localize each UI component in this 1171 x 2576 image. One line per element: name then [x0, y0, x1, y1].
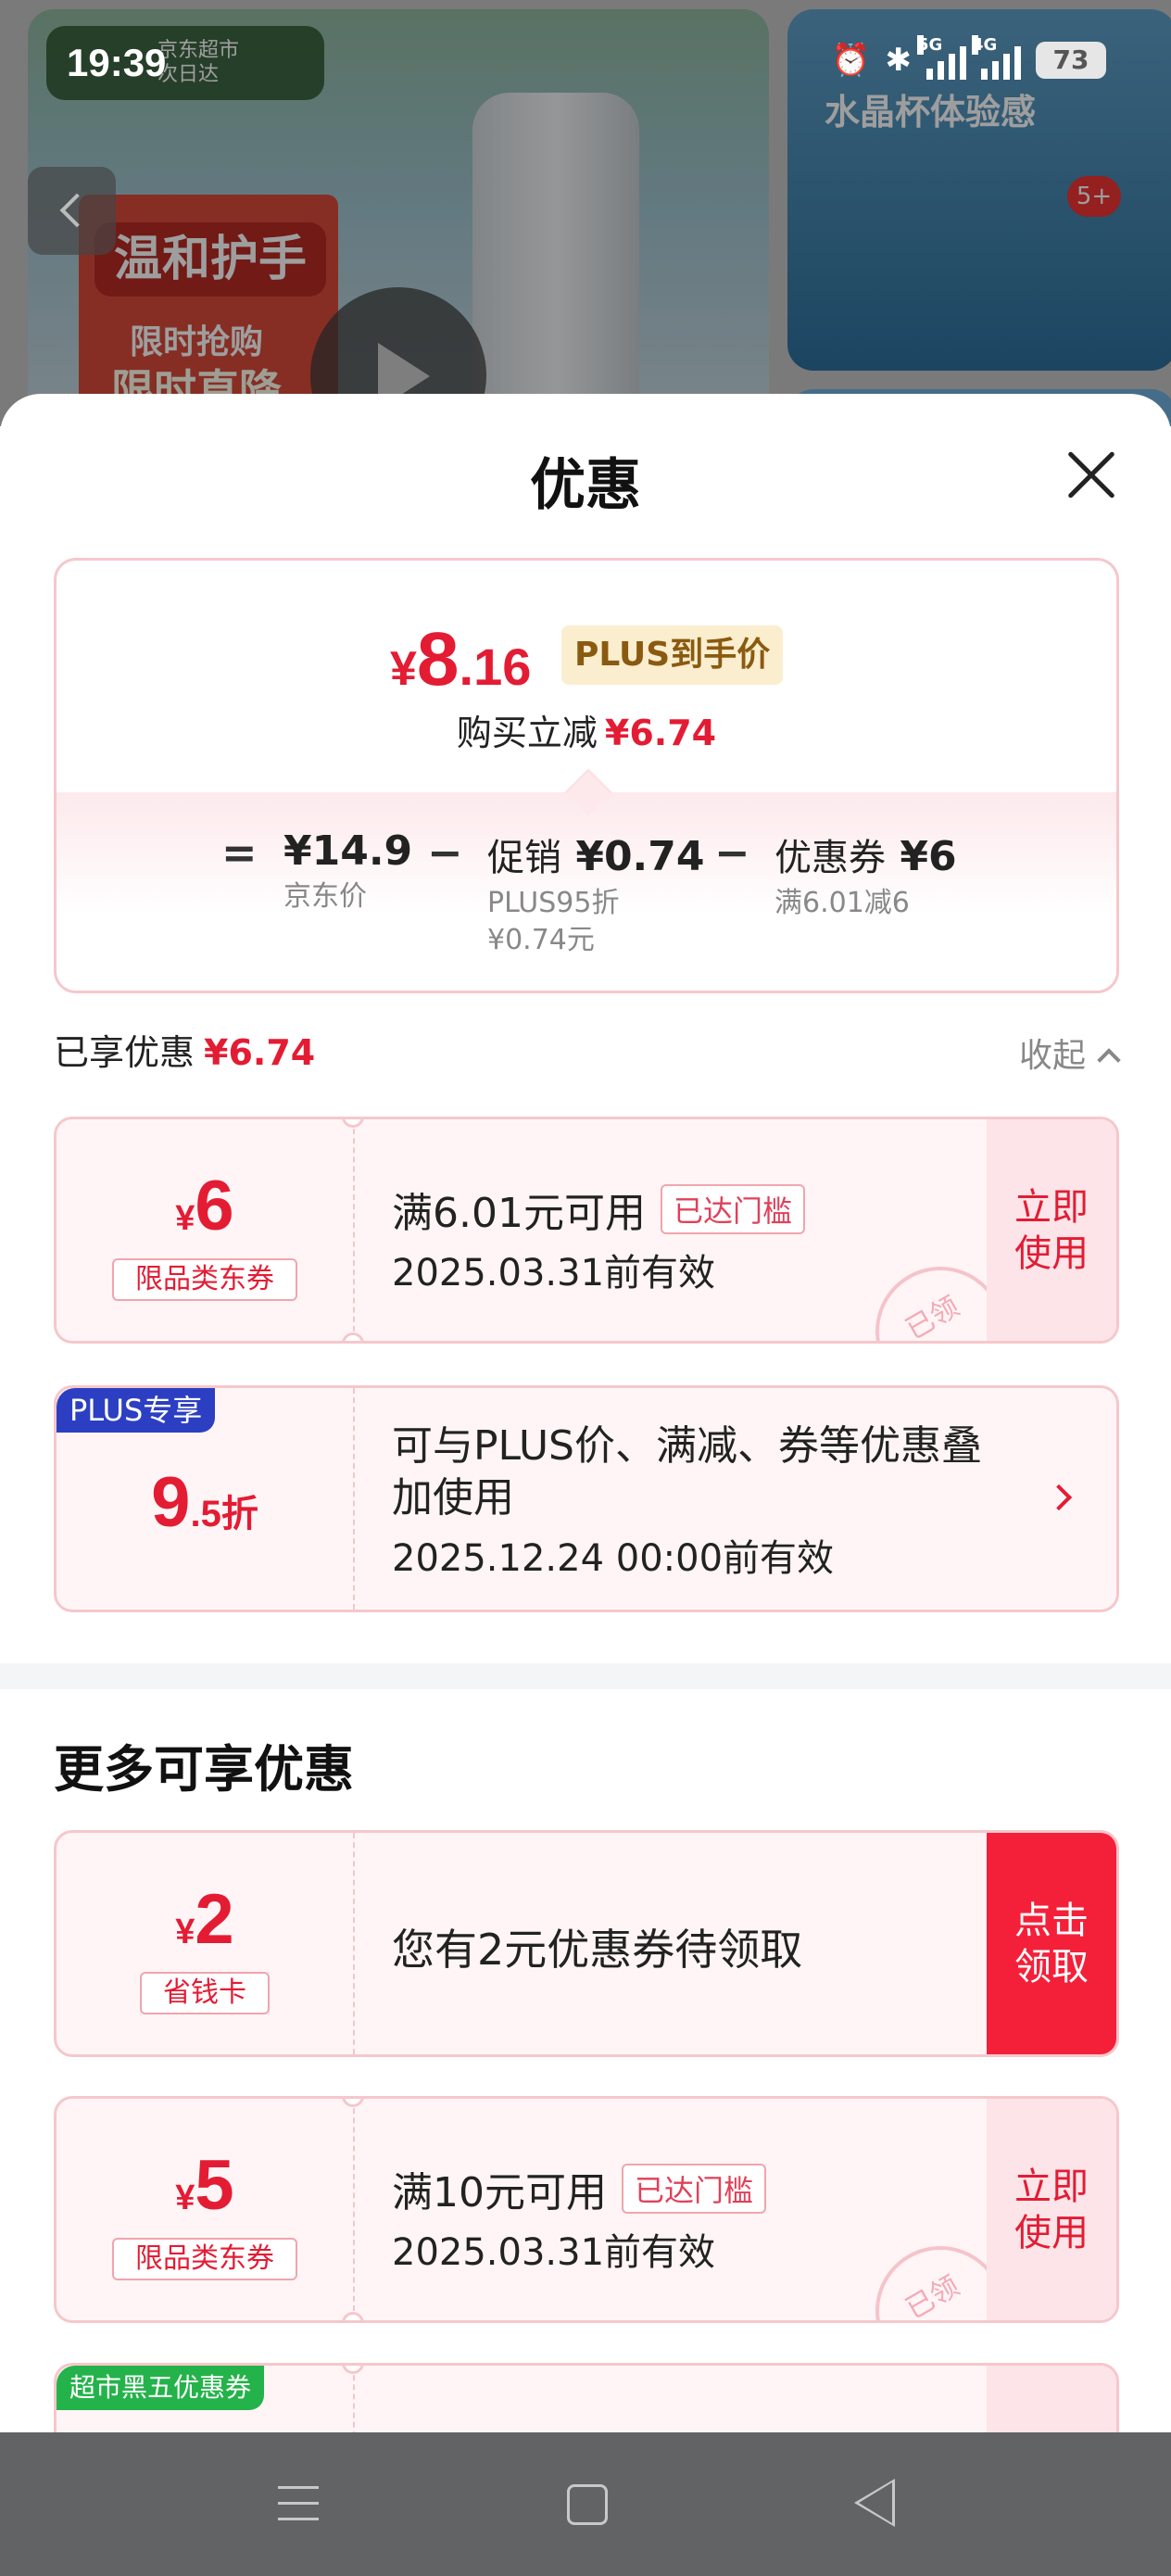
jd-price: ¥14.9 京东价 — [283, 827, 413, 913]
coupon-amount: ¥6 — [175, 1167, 234, 1245]
status-time: 19:39 — [67, 41, 167, 84]
signal-4g-icon: 4G — [972, 35, 1021, 80]
claim-button[interactable]: 点击 领取 — [987, 1833, 1116, 2054]
coupon-deduction: 优惠券 ¥6 满6.01减6 — [774, 833, 957, 919]
coupon-type: 限品类东券 — [112, 1258, 297, 1301]
coupon-pending-text: 您有2元优惠券待领取 — [392, 1925, 803, 1975]
use-now-button[interactable]: 立即 使用 — [987, 1119, 1116, 1341]
chevron-up-icon — [1097, 1048, 1121, 1072]
coupon-card: ¥5 限品类东券 满10元可用 已达门槛 2025.03.31前有效 已领 立即 … — [54, 2096, 1119, 2323]
section-separator — [0, 1663, 1171, 1689]
final-price: ¥8.16 — [390, 617, 532, 701]
plus-exclusive-tag: PLUS专享 — [57, 1388, 216, 1433]
coupon-card: ¥6 限品类东券 满6.01元可用 已达门槛 2025.03.31前有效 已领 立… — [54, 1117, 1119, 1344]
coupon-date: 2025.03.31前有效 — [392, 2231, 716, 2274]
image-count-badge: 5+ — [1067, 176, 1121, 217]
close-icon[interactable] — [1065, 449, 1117, 501]
menu-icon[interactable] — [278, 2486, 319, 2523]
discount-sheet: 优惠 ¥8.16 PLUS到手价 购买立减 ¥6.74 = ¥14.9 京东价 −… — [0, 394, 1171, 2446]
price-summary-card: ¥8.16 PLUS到手价 购买立减 ¥6.74 = ¥14.9 京东价 − 促销… — [54, 558, 1119, 993]
sheet-title: 优惠 — [530, 453, 641, 518]
coupon-condition: 满10元可用 已达门槛 — [392, 2159, 767, 2218]
coupon-type: 限品类东券 — [112, 2238, 297, 2280]
plus-description: 可与PLUS价、满减、券等优惠叠加使用 — [392, 1422, 982, 1522]
reached-badge: 已达门槛 — [660, 1184, 805, 1234]
plus-date: 2025.12.24 00:00前有效 — [392, 1537, 835, 1580]
bluetooth-icon: ✱ — [885, 42, 913, 79]
black-friday-tag: 超市黑五优惠券 — [57, 2366, 265, 2410]
promo-deduction: 促销 ¥0.74 PLUS95折 ¥0.74元 — [487, 833, 705, 956]
alarm-icon: ⏰ — [831, 42, 871, 79]
coupon-amount: ¥5 — [175, 2146, 234, 2225]
back-icon[interactable] — [854, 2479, 895, 2527]
reduce-line: 购买立减 ¥6.74 — [456, 713, 717, 753]
product-bottle — [472, 93, 639, 426]
minus-sign: − — [714, 827, 750, 878]
plus-rate: 9.5折 — [151, 1463, 258, 1542]
back-button[interactable] — [28, 167, 116, 255]
coupon-condition: 满6.01元可用 已达门槛 — [392, 1180, 805, 1239]
coupon-amount: ¥2 — [175, 1880, 234, 1959]
coupon-card: ¥2 省钱卡 您有2元优惠券待领取 点击 领取 — [54, 1830, 1119, 2057]
signal-5g-icon: 5G — [917, 35, 966, 80]
chevron-right-icon — [1045, 1484, 1073, 1511]
collapse-button[interactable]: 收起 — [1019, 1029, 1121, 1077]
coupon-date: 2025.03.31前有效 — [392, 1252, 716, 1294]
status-bar: 19:39 ⏰ ✱ 5G 4G 73 — [0, 0, 1171, 130]
price-formula: = ¥14.9 京东价 − 促销 ¥0.74 PLUS95折 ¥0.74元 − … — [57, 820, 1116, 987]
enjoyed-header: 已享优惠 ¥6.74 — [54, 1032, 316, 1073]
minus-sign: − — [427, 827, 463, 878]
plus-price-tag: PLUS到手价 — [561, 625, 784, 685]
use-now-button[interactable]: 立即 使用 — [987, 2099, 1116, 2320]
home-icon[interactable] — [567, 2484, 608, 2525]
coupon-type: 省钱卡 — [140, 1972, 270, 2014]
battery-icon: 73 — [1036, 42, 1106, 79]
equals-sign: = — [221, 827, 258, 878]
system-nav-bar — [0, 2432, 1171, 2576]
promo-title: 温和护手 — [94, 222, 326, 297]
more-discounts-title: 更多可享优惠 — [54, 1740, 354, 1799]
plus-discount-card[interactable]: 9.5折 PLUS专享 可与PLUS价、满减、券等优惠叠加使用 2025.12.… — [54, 1385, 1119, 1612]
reached-badge: 已达门槛 — [622, 2164, 767, 2214]
